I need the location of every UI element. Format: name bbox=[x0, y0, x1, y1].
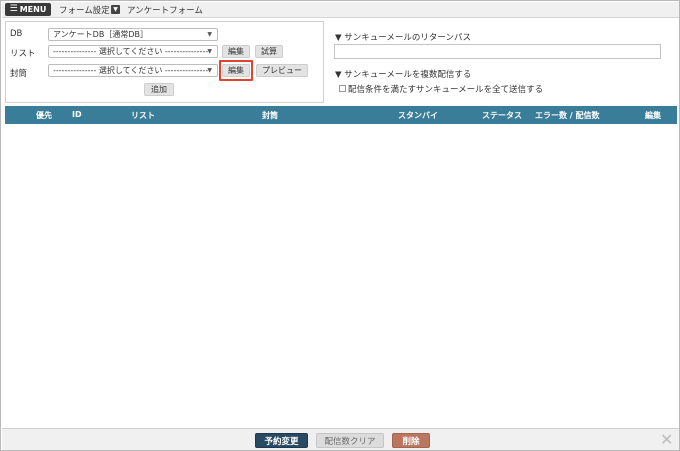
list-edit-label: 編集 bbox=[228, 47, 244, 56]
column-header-envelope[interactable]: 封筒 bbox=[262, 110, 278, 121]
close-icon[interactable]: ✕ bbox=[660, 432, 673, 448]
list-select[interactable]: --------------- 選択してください ---------------… bbox=[48, 45, 218, 58]
add-button[interactable]: 追加 bbox=[144, 83, 174, 96]
clear-count-button[interactable]: 配信数クリア bbox=[316, 433, 384, 448]
delete-label: 削除 bbox=[402, 436, 420, 447]
hamburger-icon: ☰ bbox=[9, 4, 18, 14]
db-label: DB bbox=[10, 29, 23, 39]
top-bar: ☰ MENU フォーム設定 ▼ アンケートフォーム bbox=[2, 2, 679, 18]
menu-button[interactable]: ☰ MENU bbox=[5, 3, 51, 16]
envelope-edit-label: 編集 bbox=[228, 66, 244, 75]
multi-send-checkbox[interactable] bbox=[339, 85, 346, 92]
column-header-status[interactable]: ステータス bbox=[482, 110, 522, 121]
column-header-list[interactable]: リスト bbox=[131, 110, 155, 121]
add-button-label: 追加 bbox=[151, 85, 167, 94]
breadcrumb-current: アンケートフォーム bbox=[127, 6, 203, 16]
app-window: ☰ MENU フォーム設定 ▼ アンケートフォーム DB アンケートDB［通常D… bbox=[0, 0, 680, 451]
envelope-select-value: --------------- 選択してください --------------- bbox=[53, 66, 209, 75]
envelope-label: 封筒 bbox=[10, 69, 28, 79]
list-edit-button[interactable]: 編集 bbox=[222, 45, 250, 58]
multi-send-title: ▼ サンキューメールを複数配信する bbox=[335, 70, 472, 80]
reserve-change-button[interactable]: 予約変更 bbox=[255, 433, 308, 448]
clear-count-label: 配信数クリア bbox=[324, 436, 376, 447]
delete-button[interactable]: 削除 bbox=[392, 433, 430, 448]
breadcrumb-form-settings[interactable]: フォーム設定 bbox=[59, 4, 110, 16]
settings-panel: DB アンケートDB［通常DB］ ▼ リスト --------------- 選… bbox=[5, 21, 324, 103]
chevron-down-icon[interactable]: ▼ bbox=[111, 5, 120, 14]
list-select-value: --------------- 選択してください --------------- bbox=[53, 47, 209, 56]
return-path-input[interactable] bbox=[334, 44, 661, 59]
footer-bar: 予約変更 配信数クリア 削除 ✕ bbox=[2, 428, 679, 450]
menu-button-label: MENU bbox=[19, 5, 47, 14]
db-select-value: アンケートDB［通常DB］ bbox=[53, 30, 148, 39]
column-header-edit[interactable]: 編集 bbox=[645, 110, 661, 121]
list-calc-button[interactable]: 試算 bbox=[255, 45, 283, 58]
chevron-down-icon: ▼ bbox=[207, 48, 212, 55]
list-calc-label: 試算 bbox=[261, 47, 277, 56]
chevron-down-icon: ▼ bbox=[207, 67, 212, 74]
envelope-preview-button[interactable]: プレビュー bbox=[256, 64, 308, 77]
list-label: リスト bbox=[10, 49, 36, 59]
multi-send-checkbox-label[interactable]: 配信条件を満たすサンキューメールを全て送信する bbox=[348, 83, 543, 95]
envelope-select[interactable]: --------------- 選択してください ---------------… bbox=[48, 64, 218, 77]
column-header-error-count[interactable]: エラー数 / 配信数 bbox=[535, 110, 600, 121]
return-path-title: ▼ サンキューメールのリターンパス bbox=[335, 33, 471, 43]
envelope-preview-label: プレビュー bbox=[262, 66, 302, 75]
column-header-priority[interactable]: 優先 bbox=[36, 110, 52, 121]
chevron-down-icon: ▼ bbox=[207, 31, 212, 38]
envelope-edit-button[interactable]: 編集 bbox=[222, 64, 250, 77]
column-header-id[interactable]: ID bbox=[72, 110, 82, 119]
reserve-change-label: 予約変更 bbox=[264, 436, 299, 447]
table-header: 優先 ID リスト 封筒 スタンバイ ステータス エラー数 / 配信数 編集 bbox=[5, 106, 677, 124]
db-select[interactable]: アンケートDB［通常DB］ ▼ bbox=[48, 28, 218, 41]
table-body bbox=[2, 124, 679, 428]
column-header-standby[interactable]: スタンバイ bbox=[398, 110, 438, 121]
